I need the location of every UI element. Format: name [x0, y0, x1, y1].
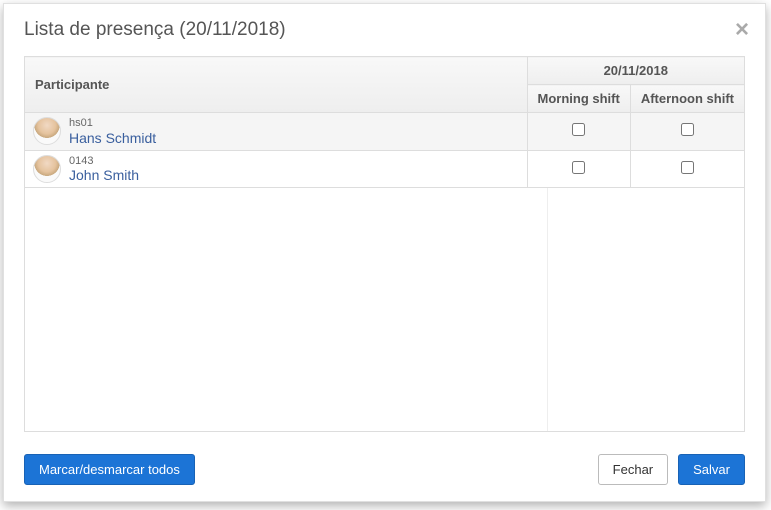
table-row: 0143 John Smith — [25, 150, 745, 188]
participant-name[interactable]: Hans Schmidt — [69, 130, 156, 146]
attendance-checkbox[interactable] — [681, 161, 694, 174]
participant-id: hs01 — [69, 117, 156, 130]
participant-name[interactable]: John Smith — [69, 167, 139, 183]
toggle-all-button[interactable]: Marcar/desmarcar todos — [24, 454, 195, 485]
modal-header: Lista de presença (20/11/2018) × — [4, 4, 765, 56]
save-button[interactable]: Salvar — [678, 454, 745, 485]
avatar — [33, 155, 61, 183]
modal-footer: Marcar/desmarcar todos Fechar Salvar — [4, 444, 765, 501]
date-column-header: 20/11/2018 — [527, 57, 744, 85]
shift-header-morning: Morning shift — [527, 85, 630, 113]
attendance-checkbox[interactable] — [681, 123, 694, 136]
participant-column-header: Participante — [25, 57, 528, 113]
table-empty-area — [24, 188, 745, 432]
participant-text: hs01 Hans Schmidt — [69, 117, 156, 146]
participant-cell: 0143 John Smith — [25, 150, 528, 188]
close-button[interactable]: Fechar — [598, 454, 668, 485]
attendance-checkbox[interactable] — [572, 123, 585, 136]
modal-body: Participante 20/11/2018 Morning shift Af… — [4, 56, 765, 444]
table-row: hs01 Hans Schmidt — [25, 113, 745, 151]
attendance-checkbox[interactable] — [572, 161, 585, 174]
shift-header-afternoon: Afternoon shift — [630, 85, 744, 113]
attendance-modal: Lista de presença (20/11/2018) × Partici… — [3, 3, 766, 502]
avatar — [33, 117, 61, 145]
attendance-table: Participante 20/11/2018 Morning shift Af… — [24, 56, 745, 188]
participant-id: 0143 — [69, 155, 139, 168]
close-icon[interactable]: × — [735, 18, 749, 42]
modal-title: Lista de presença (20/11/2018) — [24, 19, 286, 41]
participant-cell: hs01 Hans Schmidt — [25, 113, 528, 151]
participant-text: 0143 John Smith — [69, 155, 139, 184]
